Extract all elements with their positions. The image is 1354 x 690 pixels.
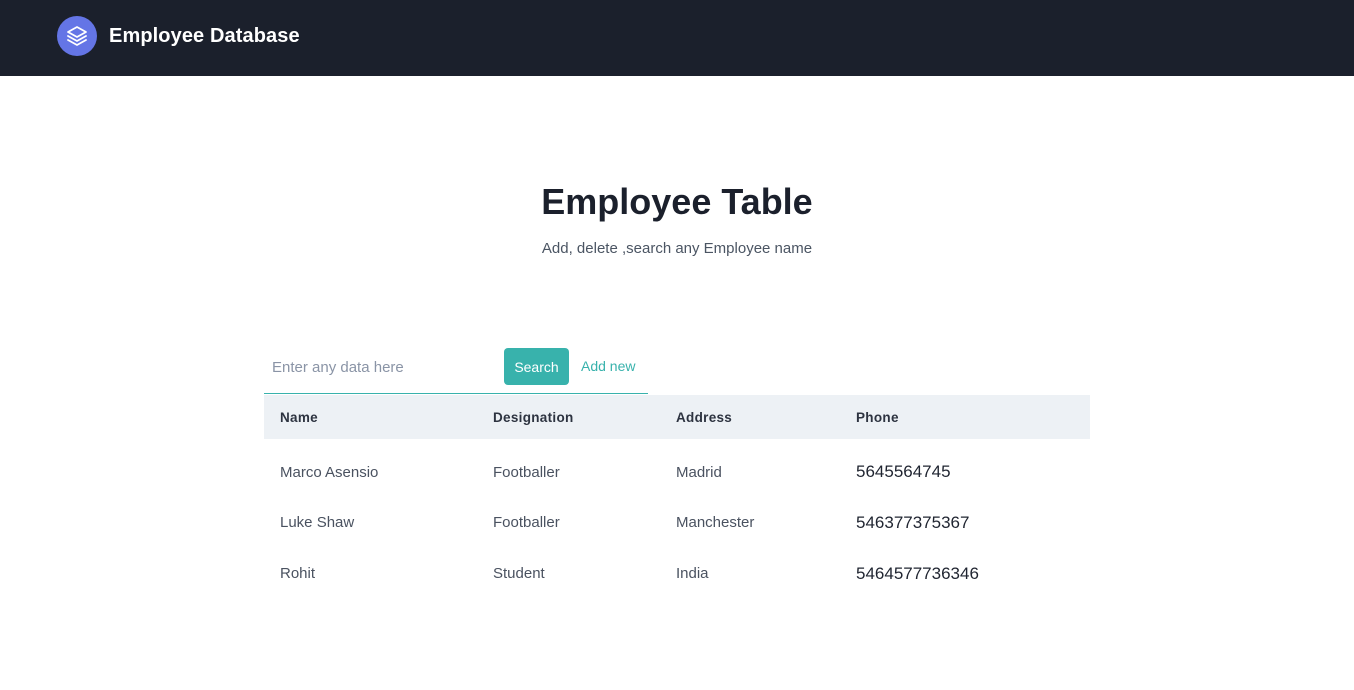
brand-name: Employee Database <box>109 24 300 47</box>
table-header-row: Name Designation Address Phone <box>264 395 1090 439</box>
search-button[interactable]: Search <box>504 348 569 385</box>
brand-link[interactable]: Employee Database <box>57 16 300 56</box>
search-bar: Search Add new <box>264 348 648 394</box>
cell-designation: Student <box>493 565 545 582</box>
page-title: Employee Table <box>541 181 813 222</box>
cell-phone: 5645564745 <box>856 462 951 481</box>
table-row[interactable]: Rohit Student India 5464577736346 <box>264 548 1090 599</box>
hero-section: Employee Table Add, delete ,search any E… <box>0 180 1354 259</box>
navbar: Employee Database <box>0 0 1354 76</box>
column-header-name[interactable]: Name <box>264 395 477 439</box>
cell-phone: 5464577736346 <box>856 563 979 583</box>
column-header-designation[interactable]: Designation <box>477 395 660 439</box>
cell-phone: 546377375367 <box>856 512 970 532</box>
table-row[interactable]: Luke Shaw Footballer Manchester 54637737… <box>264 497 1090 548</box>
cell-name: Rohit <box>280 565 316 582</box>
table-row[interactable]: Marco Asensio Footballer Madrid 56455647… <box>264 439 1090 497</box>
employee-table: Name Designation Address Phone Marco Ase… <box>264 395 1090 599</box>
cell-address: Manchester <box>676 514 755 531</box>
cell-address: India <box>676 565 709 582</box>
cell-name: Marco Asensio <box>280 463 379 481</box>
add-new-button[interactable]: Add new <box>581 348 635 385</box>
search-input[interactable] <box>264 348 500 386</box>
employee-table-container: Name Designation Address Phone Marco Ase… <box>264 395 1090 599</box>
column-header-phone[interactable]: Phone <box>840 395 1090 439</box>
column-header-address[interactable]: Address <box>660 395 840 439</box>
cell-designation: Footballer <box>493 463 560 481</box>
table-header: Name Designation Address Phone <box>264 395 1090 439</box>
cell-address: Madrid <box>676 463 722 481</box>
table-body: Marco Asensio Footballer Madrid 56455647… <box>264 439 1090 599</box>
layers-icon <box>57 16 97 56</box>
cell-designation: Footballer <box>493 514 560 531</box>
cell-name: Luke Shaw <box>280 514 355 531</box>
page-subtitle: Add, delete ,search any Employee name <box>541 240 813 257</box>
